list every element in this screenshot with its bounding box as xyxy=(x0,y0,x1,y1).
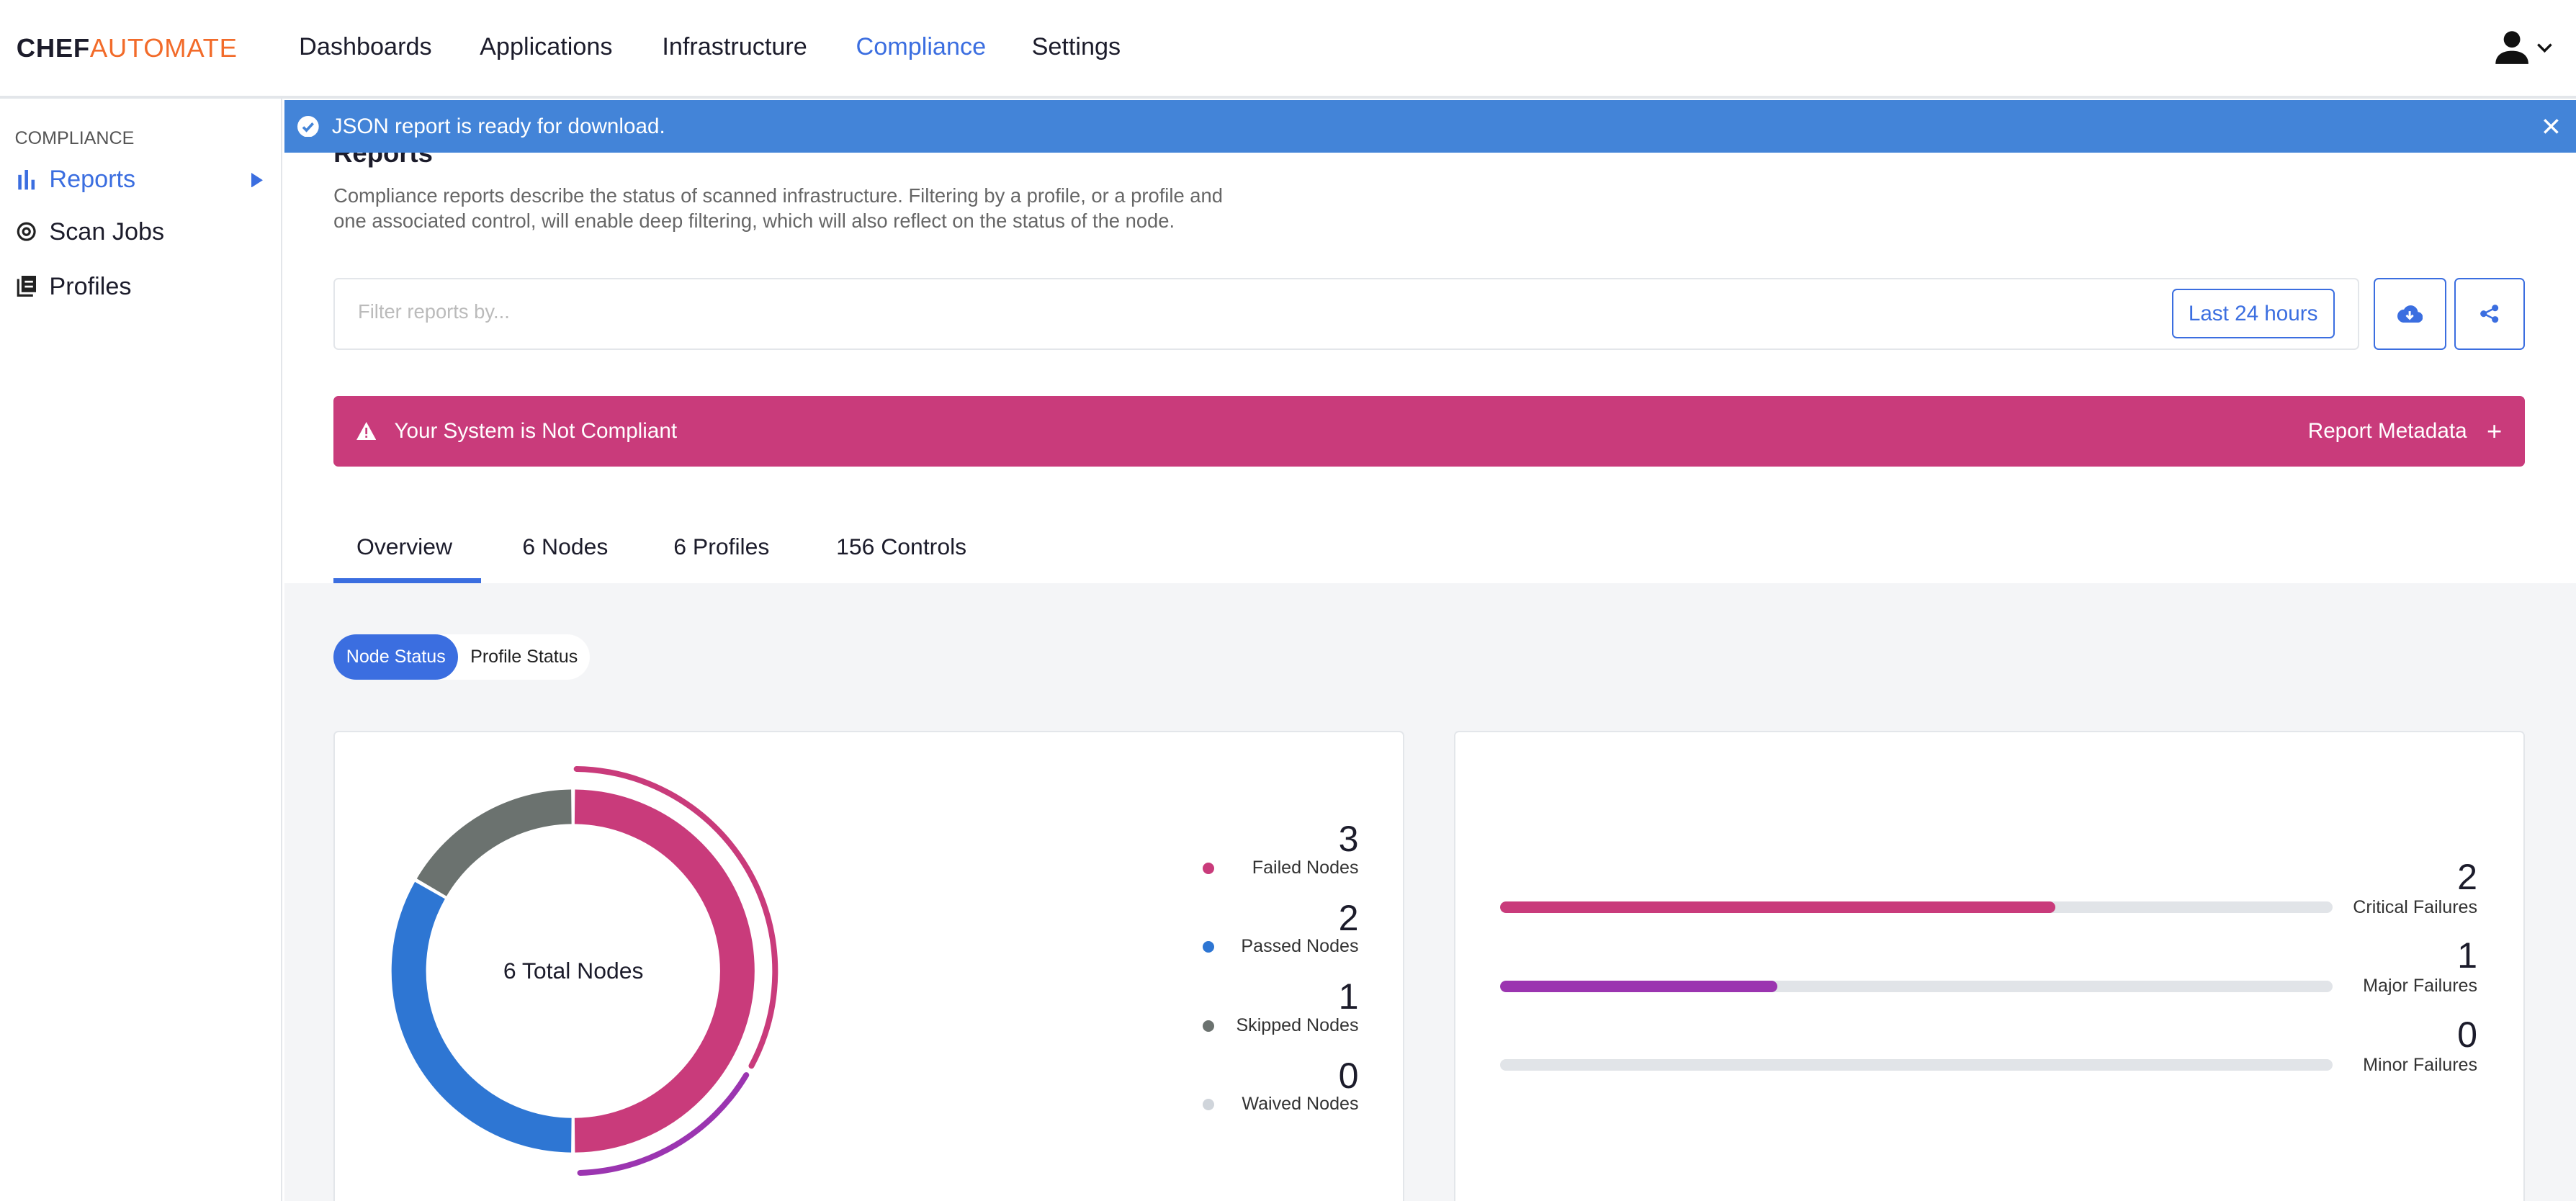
donut-segment xyxy=(392,881,573,1153)
legend-count: 0 xyxy=(1338,1055,1359,1096)
sidebar-heading: COMPLIANCE xyxy=(14,127,135,148)
nav-settings[interactable]: Settings xyxy=(1032,33,1121,61)
sidebar xyxy=(0,98,283,1201)
plus-icon: + xyxy=(2486,415,2503,446)
share-button[interactable] xyxy=(2454,277,2526,350)
total-nodes-label: 6 Total Nodes xyxy=(503,957,644,984)
chef-automate-logo[interactable]: CHEFAUTOMATE xyxy=(17,33,238,63)
sidebar-item-profiles[interactable]: Profiles xyxy=(17,273,131,301)
compliance-status-banner: Your System is Not Compliant Report Meta… xyxy=(333,395,2526,467)
failure-count: 0 xyxy=(2457,1014,2478,1055)
tab-overview[interactable]: Overview xyxy=(356,534,452,560)
tab-controls[interactable]: 156 Controls xyxy=(836,534,966,560)
check-circle-icon xyxy=(297,115,319,138)
tab-nodes[interactable]: 6 Nodes xyxy=(522,534,608,560)
sidebar-item-reports[interactable]: Reports xyxy=(17,166,263,194)
failure-bar-fill xyxy=(1499,901,2055,914)
chevron-down-icon xyxy=(2537,43,2552,53)
nav-compliance[interactable]: Compliance xyxy=(856,33,987,61)
sidebar-item-scan-jobs[interactable]: Scan Jobs xyxy=(17,218,164,246)
failure-bar-track xyxy=(1499,980,2333,992)
warning-icon xyxy=(356,422,377,441)
legend-label: Skipped Nodes xyxy=(1236,1015,1359,1035)
failure-bar-fill xyxy=(1499,980,1778,992)
legend-label: Waived Nodes xyxy=(1242,1094,1359,1115)
book-icon xyxy=(17,276,37,297)
filter-bar xyxy=(333,277,2359,350)
failure-bar-track xyxy=(1499,1059,2333,1071)
failure-bar-track xyxy=(1499,901,2333,914)
failure-count: 1 xyxy=(2457,935,2478,976)
node-status-option[interactable]: Node Status xyxy=(333,634,459,680)
close-icon[interactable] xyxy=(2543,118,2559,135)
notification-toast: JSON report is ready for download. xyxy=(284,100,2576,153)
active-tab-indicator xyxy=(333,577,482,583)
date-range-button[interactable]: Last 24 hours xyxy=(2171,289,2335,338)
filter-input[interactable] xyxy=(358,300,1837,324)
download-button[interactable] xyxy=(2374,277,2446,350)
status-toggle: Node Status Profile Status xyxy=(333,634,590,680)
toast-message: JSON report is ready for download. xyxy=(331,114,665,138)
donut-segment xyxy=(417,789,573,896)
failure-count: 2 xyxy=(2457,856,2478,897)
legend-label: Passed Nodes xyxy=(1241,936,1359,957)
profile-status-option[interactable]: Profile Status xyxy=(458,634,589,680)
page-description: Compliance reports describe the status o… xyxy=(333,184,1223,232)
nav-applications[interactable]: Applications xyxy=(480,33,612,61)
nav-dashboards[interactable]: Dashboards xyxy=(299,33,431,61)
bar-chart-icon xyxy=(18,170,35,190)
legend-count: 2 xyxy=(1338,897,1359,938)
compliance-status-text: Your System is Not Compliant xyxy=(394,418,678,443)
legend-count: 3 xyxy=(1338,819,1359,860)
legend-label: Failed Nodes xyxy=(1252,857,1359,878)
user-icon xyxy=(2495,31,2528,64)
cloud-download-icon xyxy=(2397,305,2423,323)
radar-icon xyxy=(17,222,36,241)
user-menu[interactable] xyxy=(2494,30,2553,66)
legend-count: 1 xyxy=(1338,976,1359,1017)
report-metadata-toggle[interactable]: Report Metadata + xyxy=(2308,416,2502,446)
tab-profiles[interactable]: 6 Profiles xyxy=(673,534,769,560)
nav-infrastructure[interactable]: Infrastructure xyxy=(662,33,807,61)
caret-right-icon xyxy=(251,172,263,188)
share-icon xyxy=(2480,305,2499,323)
